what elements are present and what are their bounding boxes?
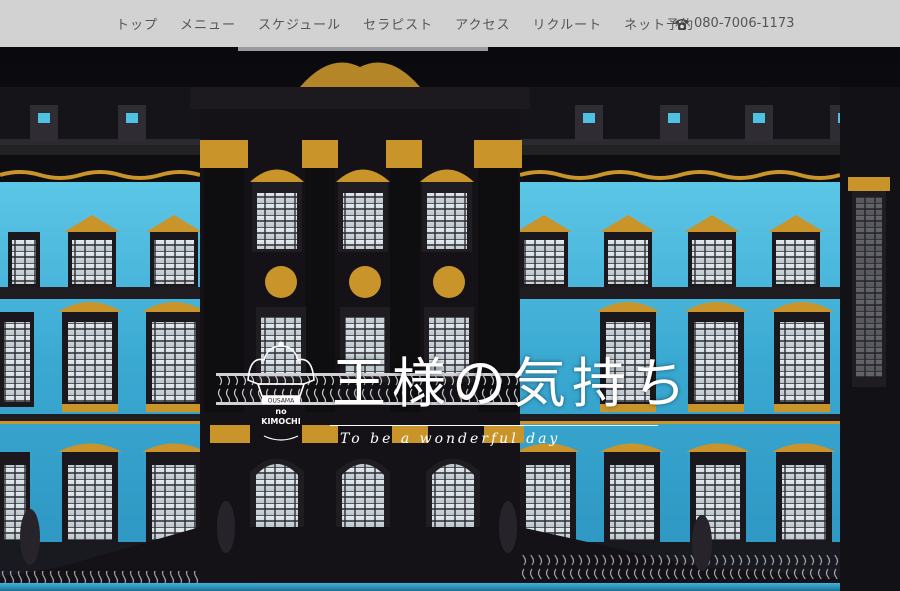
phone-number: 080-7006-1173 <box>694 16 795 31</box>
logo-mark[interactable]: OUSAMA no KIMOCHI <box>242 340 320 458</box>
nav-item-therapist[interactable]: セラピスト <box>363 14 433 33</box>
svg-text:no: no <box>275 407 287 416</box>
nav-item-top[interactable]: トップ <box>116 14 158 33</box>
nav-item-schedule[interactable]: スケジュール <box>258 14 341 33</box>
hero-palace-image: OUSAMA no KIMOCHI 王様の気持ち To be a wonderf… <box>0 47 900 591</box>
palace-facade-illustration <box>0 47 900 591</box>
nav-item-access[interactable]: アクセス <box>455 14 510 33</box>
crown-icon: OUSAMA no KIMOCHI <box>247 341 315 441</box>
nav-item-recruit[interactable]: リクルート <box>533 14 603 33</box>
nav-item-menu[interactable]: メニュー <box>180 14 236 33</box>
logo-title: 王様の気持ち <box>332 352 692 415</box>
svg-text:OUSAMA: OUSAMA <box>268 398 295 405</box>
svg-text:KIMOCHI: KIMOCHI <box>261 417 301 426</box>
logo-divider <box>330 425 658 426</box>
top-navigation: トップ メニュー スケジュール セラピスト アクセス リクルート ネット予約 0… <box>0 0 900 47</box>
telephone-icon <box>675 18 689 30</box>
logo-tagline: To be a wonderful day <box>340 431 561 447</box>
phone-link[interactable]: 080-7006-1173 <box>674 0 794 47</box>
nav-menu: トップ メニュー スケジュール セラピスト アクセス リクルート ネット予約 <box>116 0 694 47</box>
